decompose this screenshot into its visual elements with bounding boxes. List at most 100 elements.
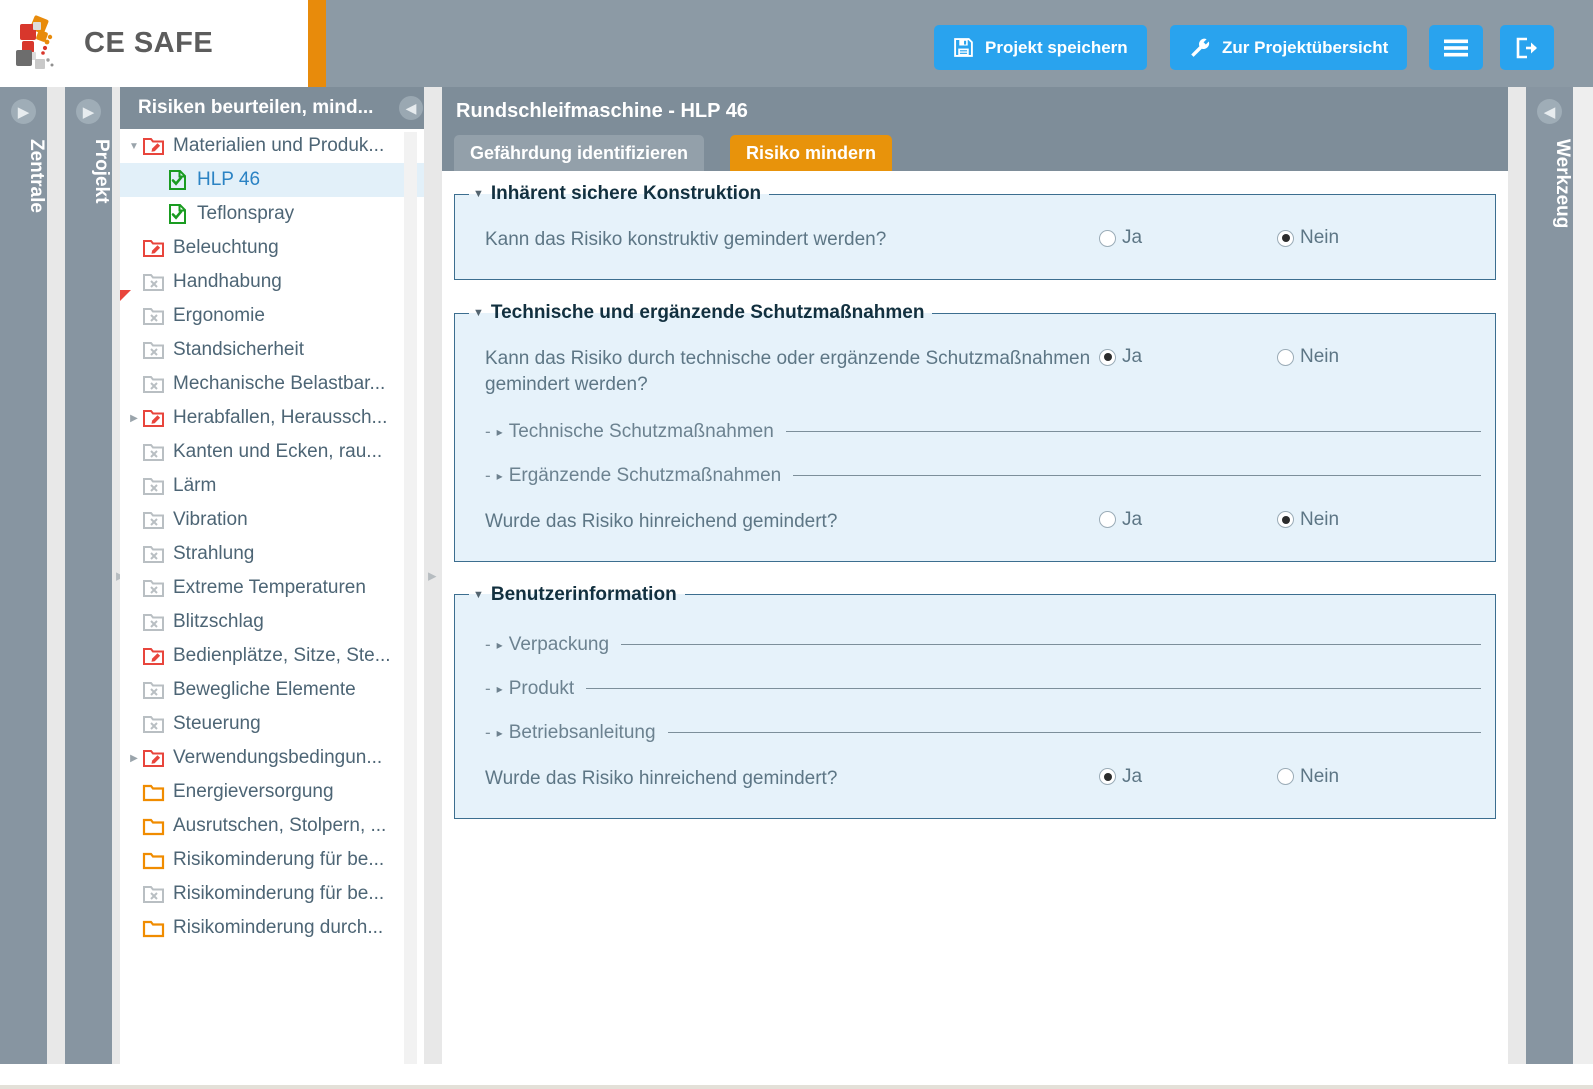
tree-node[interactable]: Strahlung (120, 537, 438, 571)
tree-node-icon (142, 815, 166, 837)
caret-right-icon[interactable]: ▸ (497, 425, 503, 439)
tree-node[interactable]: Kanten und Ecken, rau... (120, 435, 438, 469)
tree-node[interactable]: Bedienplätze, Sitze, Ste... (120, 639, 438, 673)
caret-right-icon[interactable]: ▶ (126, 413, 142, 424)
tree-node[interactable]: Ergonomie (120, 299, 438, 333)
floppy-disk-icon (954, 38, 973, 57)
tree-node[interactable]: Energieversorgung (120, 775, 438, 809)
folder-edit-red-icon (143, 240, 164, 257)
logout-button[interactable] (1500, 25, 1554, 70)
tree-node[interactable]: Risikominderung für be... (120, 843, 438, 877)
caret-right-icon[interactable]: ▸ (497, 638, 503, 652)
subsection-verpackung[interactable]: - ▸ Verpackung (485, 634, 1481, 656)
main-menu-button[interactable] (1429, 25, 1483, 70)
sidebar-tab-projekt[interactable]: ▶ Projekt (65, 87, 112, 1064)
chevron-left-circle-icon: ◀ (1537, 99, 1562, 124)
tree-node-label: Herabfallen, Heraussch... (173, 407, 388, 428)
tree-node[interactable]: Risikominderung für be... (120, 877, 438, 911)
tree-node-label: Risikominderung für be... (173, 883, 385, 904)
tree-node[interactable]: Handhabung (120, 265, 438, 299)
splitter-zentrale[interactable] (47, 87, 65, 1064)
tree-node[interactable]: Standsicherheit (120, 333, 438, 367)
subsection-ergaenzende-schutzmassnahmen[interactable]: - ▸ Ergänzende Schutzmaßnahmen (485, 465, 1481, 487)
chevron-left-circle-icon[interactable]: ◀ (399, 96, 423, 120)
folder-open-orange-icon (142, 920, 165, 938)
radio-button[interactable] (1099, 229, 1116, 247)
caret-down-icon[interactable]: ▼ (126, 141, 142, 152)
section-legend[interactable]: ▼ Benutzerinformation (469, 584, 685, 606)
sidebar-tab-werkzeug[interactable]: ◀ Werkzeug (1526, 87, 1573, 1064)
tree-node[interactable]: Mechanische Belastbar... (120, 367, 438, 401)
tree-node[interactable]: Teflonspray (120, 197, 438, 231)
tab-label: Gefährdung identifizieren (470, 142, 689, 163)
radio-label: Ja (1122, 508, 1143, 530)
radio-option-nein[interactable]: Nein (1277, 766, 1455, 788)
caret-down-icon[interactable]: ▼ (473, 589, 484, 601)
radio-option-ja[interactable]: Ja (1099, 766, 1277, 788)
radio-button[interactable] (1277, 348, 1294, 366)
radio-option-nein[interactable]: Nein (1277, 227, 1455, 249)
save-project-button[interactable]: Projekt speichern (934, 25, 1147, 70)
subsection-betriebsanleitung[interactable]: - ▸ Betriebsanleitung (485, 722, 1481, 744)
project-overview-button[interactable]: Zur Projektübersicht (1170, 25, 1408, 70)
radio-option-ja[interactable]: Ja (1099, 227, 1277, 249)
section-legend[interactable]: ▼ Inhärent sichere Konstruktion (469, 183, 769, 205)
folder-x-gray-icon (143, 716, 164, 733)
sidebar-tab-zentrale-label: Zentrale (26, 139, 47, 213)
section-legend[interactable]: ▼ Technische und ergänzende Schutzmaßnah… (469, 302, 932, 324)
radio-button[interactable] (1277, 768, 1294, 786)
tree-scrollbar-track[interactable] (404, 132, 820, 1064)
section-technische-ergaenzende-schutzmassnahmen: ▼ Technische und ergänzende Schutzmaßnah… (454, 302, 1496, 562)
section-benutzerinformation: ▼ Benutzerinformation - ▸ Verpackung - ▸… (454, 583, 1496, 820)
tree-node[interactable]: Ausrutschen, Stolpern, ... (120, 809, 438, 843)
tree-node[interactable]: HLP 46 (120, 163, 438, 197)
tree-node-icon (142, 577, 166, 599)
tree-node-label: Lärm (173, 475, 217, 496)
tree-node[interactable]: Risikominderung durch... (120, 911, 438, 945)
splitter-tree-main[interactable]: ▸ (424, 87, 442, 1064)
radio-option-nein[interactable]: Nein (1277, 509, 1455, 531)
tree-node[interactable]: Blitzschlag (120, 605, 438, 639)
subsection-label: Ergänzende Schutzmaßnahmen (508, 464, 782, 486)
tab-risiko-mindern[interactable]: Risiko mindern (730, 135, 893, 171)
caret-right-icon[interactable]: ▶ (126, 753, 142, 764)
question-text: Kann das Risiko konstruktiv gemindert we… (485, 229, 887, 250)
caret-down-icon[interactable]: ▼ (473, 307, 484, 319)
splitter-main-werkzeug[interactable] (1508, 87, 1526, 1064)
radio-button[interactable] (1277, 229, 1294, 247)
tree-node-list[interactable]: ▼ Materialien und Produk... HLP 46 Teflonsp… (120, 129, 438, 1064)
radio-button[interactable] (1277, 511, 1294, 529)
radio-button[interactable] (1099, 348, 1116, 366)
tree-node[interactable]: ▶ Herabfallen, Heraussch... (120, 401, 438, 435)
sidebar-tab-zentrale[interactable]: ▶ Zentrale (0, 87, 47, 1064)
tree-node-icon (142, 339, 166, 361)
tree-node[interactable]: ▼ Materialien und Produk... (120, 129, 438, 163)
tree-node[interactable]: Bewegliche Elemente (120, 673, 438, 707)
radio-option-ja[interactable]: Ja (1099, 346, 1277, 368)
caret-right-icon[interactable]: ▸ (497, 682, 503, 696)
caret-right-icon[interactable]: ▸ (497, 469, 503, 483)
folder-edit-red-icon (143, 648, 164, 665)
tree-node[interactable]: Beleuchtung (120, 231, 438, 265)
tab-gefaehrdung-identifizieren[interactable]: Gefährdung identifizieren (454, 135, 705, 171)
tree-node-icon (142, 611, 166, 633)
question-row: Wurde das Risiko hinreichend gemindert? … (469, 509, 1481, 535)
brand-name: CE SAFE (84, 27, 214, 59)
tree-node-icon (142, 781, 166, 803)
radio-button[interactable] (1099, 511, 1116, 529)
caret-down-icon[interactable]: ▼ (473, 188, 484, 200)
tree-node[interactable]: Vibration (120, 503, 438, 537)
caret-right-icon[interactable]: ▸ (497, 726, 503, 740)
question-text: Wurde das Risiko hinreichend gemindert? (485, 767, 838, 789)
tree-node[interactable]: Extreme Temperaturen (120, 571, 438, 605)
subsection-produkt[interactable]: - ▸ Produkt (485, 678, 1481, 700)
radio-button[interactable] (1099, 768, 1116, 786)
tree-node-icon (142, 509, 166, 531)
subsection-technische-schutzmassnahmen[interactable]: - ▸ Technische Schutzmaßnahmen (485, 421, 1481, 443)
tree-node[interactable]: Steuerung (120, 707, 438, 741)
tree-node[interactable]: Lärm (120, 469, 438, 503)
radio-option-nein[interactable]: Nein (1277, 346, 1455, 368)
radio-option-ja[interactable]: Ja (1099, 509, 1277, 531)
tree-node[interactable]: ▶ Verwendungsbedingun... (120, 741, 438, 775)
dash-marker: - (485, 722, 491, 742)
